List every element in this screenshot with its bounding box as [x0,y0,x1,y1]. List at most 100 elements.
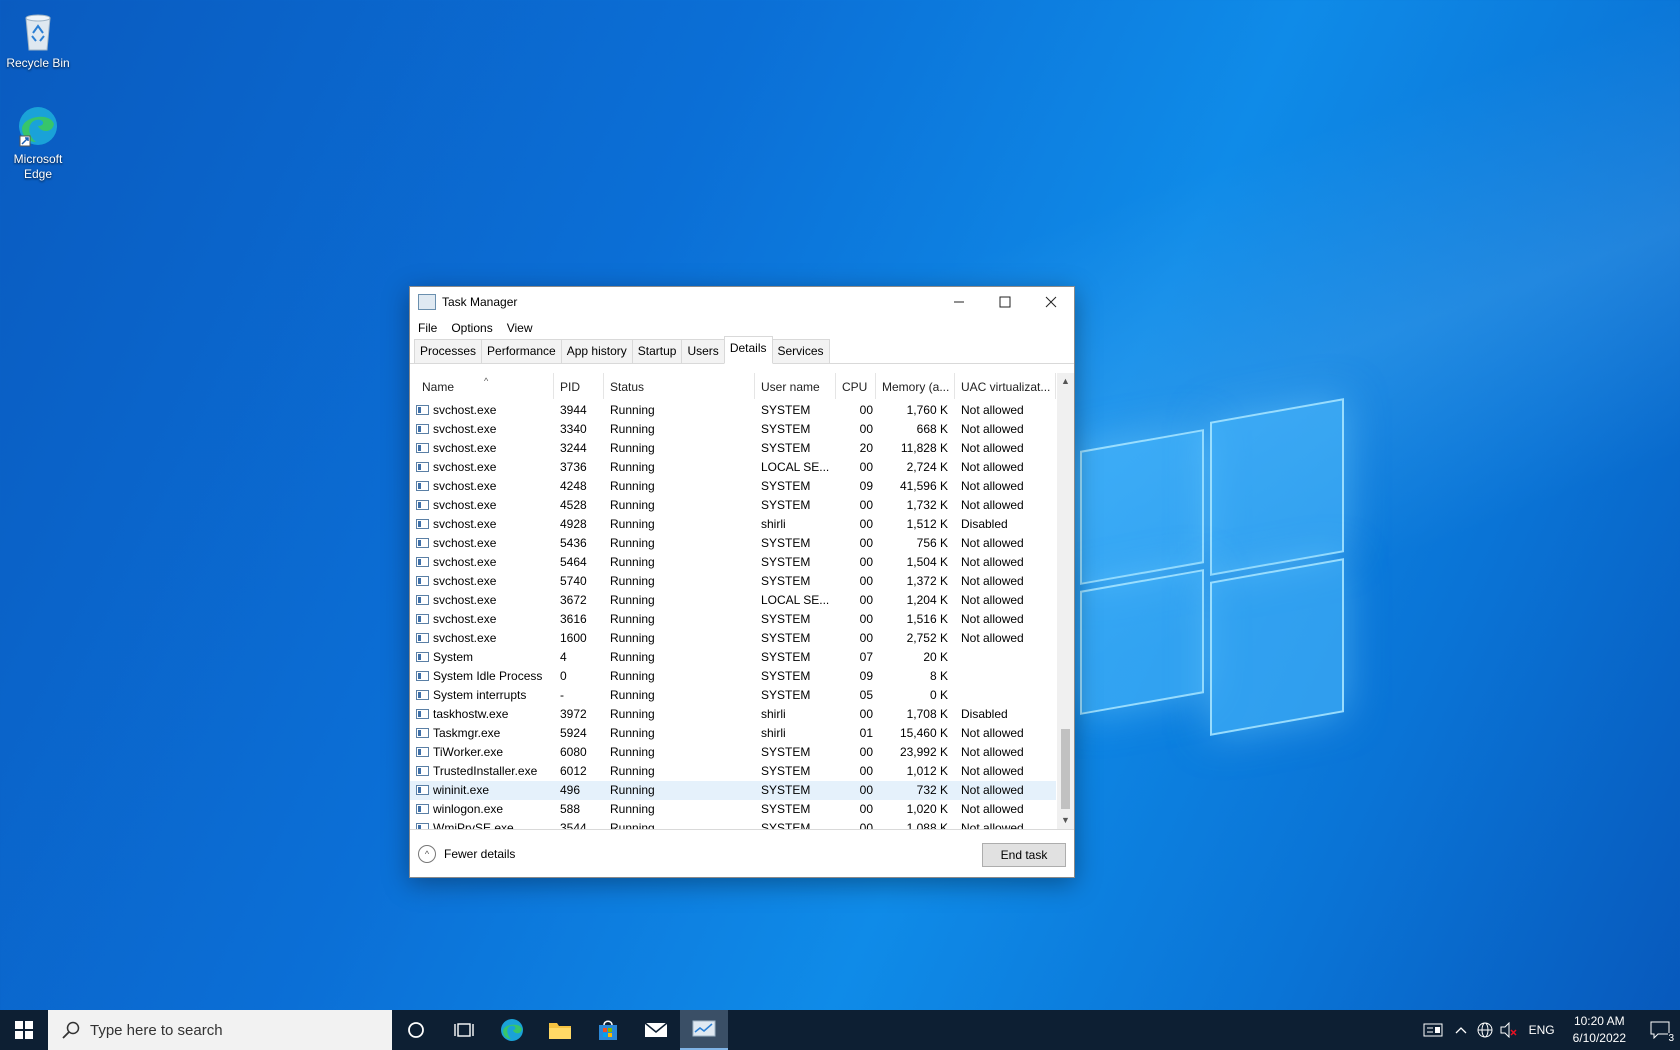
process-name: svchost.exe [433,498,497,512]
column-header-name[interactable]: ^ Name [416,373,554,399]
cortana-icon [408,1022,424,1038]
table-row[interactable]: svchost.exe 5464 Running SYSTEM 00 1,504 K Not… [410,553,1056,572]
table-row[interactable]: System 4 Running SYSTEM 07 20 K [410,648,1056,667]
taskbar-task-manager-button[interactable] [680,1010,728,1050]
scroll-up-arrow-icon[interactable]: ▲ [1057,373,1074,390]
mail-button[interactable] [632,1010,680,1050]
table-row[interactable]: System Idle Process 0 Running SYSTEM 09 8 K [410,667,1056,686]
table-row[interactable]: svchost.exe 1600 Running SYSTEM 00 2,752 K Not… [410,629,1056,648]
table-row[interactable]: winlogon.exe 588 Running SYSTEM 00 1,020 K Not… [410,800,1056,819]
column-header-uac[interactable]: UAC virtualizat... [955,373,1056,399]
taskbar-edge-button[interactable] [488,1010,536,1050]
table-row[interactable]: System interrupts - Running SYSTEM 05 0 K [410,686,1056,705]
cell-uac: Not allowed [961,422,1024,436]
process-name: svchost.exe [433,593,497,607]
column-header-pid[interactable]: PID [554,373,604,399]
windows-logo-wallpaper [1060,398,1350,736]
cell-name: svchost.exe [416,572,546,591]
table-row[interactable]: TiWorker.exe 6080 Running SYSTEM 00 23,992 K N… [410,743,1056,762]
minimize-button[interactable] [936,287,982,317]
taskbar: Type here to search ENG 10:20 AM 6/10/20… [0,1010,1680,1050]
column-header-cpu[interactable]: CPU [836,373,876,399]
desktop-icon-edge[interactable]: Microsoft Edge [0,104,76,182]
cell-uac: Not allowed [961,802,1024,816]
table-row[interactable]: taskhostw.exe 3972 Running shirli 00 1,708 K D… [410,705,1056,724]
table-row[interactable]: svchost.exe 4928 Running shirli 00 1,512 K Dis… [410,515,1056,534]
vertical-scrollbar[interactable]: ▲ ▼ [1057,373,1074,829]
cell-status: Running [610,441,655,455]
table-header: ^ Name PID Status User name CPU Memory (… [410,373,1056,399]
table-row[interactable]: svchost.exe 3736 Running LOCAL SE... 00 2,724… [410,458,1056,477]
maximize-button[interactable] [982,287,1028,317]
table-body: svchost.exe 3944 Running SYSTEM 00 1,760 K Not… [410,401,1056,829]
cell-pid: 496 [560,783,581,797]
volume-button[interactable] [1497,1010,1521,1050]
menu-view[interactable]: View [507,321,533,335]
table-row[interactable]: svchost.exe 3616 Running SYSTEM 00 1,516 K Not… [410,610,1056,629]
task-manager-icon [418,294,436,310]
table-row[interactable]: svchost.exe 5740 Running SYSTEM 00 1,372 K Not… [410,572,1056,591]
process-icon [416,690,429,700]
close-button[interactable] [1028,287,1074,317]
process-name: svchost.exe [433,631,497,645]
details-table: ^ Name PID Status User name CPU Memory (… [410,373,1074,830]
cell-uac: Not allowed [961,460,1024,474]
table-row[interactable]: svchost.exe 5436 Running SYSTEM 00 756 K Not a… [410,534,1056,553]
column-header-memory[interactable]: Memory (a... [876,373,955,399]
column-label: Name [422,380,455,394]
file-explorer-button[interactable] [536,1010,584,1050]
action-center-button[interactable]: 3 [1640,1010,1680,1050]
cell-name: TrustedInstaller.exe [416,762,546,781]
table-row[interactable]: svchost.exe 3340 Running SYSTEM 00 668 K Not a… [410,420,1056,439]
cell-memory: 0 K [929,688,948,702]
cell-user-name: LOCAL SE... [761,593,830,607]
volume-muted-icon [1500,1022,1517,1038]
task-view-button[interactable] [440,1010,488,1050]
cell-cpu: 00 [859,498,873,512]
table-row[interactable]: wininit.exe 496 Running SYSTEM 00 732 K Not al… [410,781,1056,800]
fewer-details-button[interactable]: ^ Fewer details [418,845,515,863]
table-row[interactable]: TrustedInstaller.exe 6012 Running SYSTEM 00 1… [410,762,1056,781]
table-row[interactable]: svchost.exe 4528 Running SYSTEM 00 1,732 K Not… [410,496,1056,515]
taskbar-search-box[interactable]: Type here to search [48,1010,392,1050]
desktop-icon-recycle-bin[interactable]: Recycle Bin [0,8,76,71]
table-row[interactable]: svchost.exe 3244 Running SYSTEM 20 11,828 K No… [410,439,1056,458]
process-name: System interrupts [433,688,527,702]
start-button[interactable] [0,1010,48,1050]
cell-status: Running [610,745,655,759]
store-button[interactable] [584,1010,632,1050]
news-button[interactable] [1417,1010,1449,1050]
tab-details[interactable]: Details [723,336,773,364]
column-header-status[interactable]: Status [604,373,755,399]
process-name: svchost.exe [433,555,497,569]
menu-file[interactable]: File [418,321,437,335]
tab-app-history[interactable]: App history [560,339,633,363]
tab-performance[interactable]: Performance [481,339,562,363]
cell-uac [961,648,1056,667]
tab-services[interactable]: Services [771,339,830,363]
tab-startup[interactable]: Startup [631,339,683,363]
tab-users[interactable]: Users [681,339,725,363]
show-hidden-icons-button[interactable] [1449,1010,1473,1050]
process-icon [416,538,429,548]
cell-status: Running [610,783,655,797]
table-row[interactable]: svchost.exe 3672 Running LOCAL SE... 00 1,204… [410,591,1056,610]
table-row[interactable]: Taskmgr.exe 5924 Running shirli 01 15,460 K No… [410,724,1056,743]
cell-user-name: shirli [761,707,786,721]
network-button[interactable] [1473,1010,1497,1050]
cortana-button[interactable] [392,1010,440,1050]
tab-processes[interactable]: Processes [414,339,483,363]
scroll-thumb[interactable] [1061,729,1070,809]
scroll-down-arrow-icon[interactable]: ▼ [1057,812,1074,829]
clock[interactable]: 10:20 AM 6/10/2022 [1573,1013,1626,1047]
title-bar[interactable]: Task Manager [410,287,1074,317]
cell-pid: 3244 [560,441,587,455]
cell-uac: Not allowed [961,612,1024,626]
end-task-button[interactable]: End task [982,843,1066,867]
language-indicator[interactable]: ENG [1529,1023,1555,1037]
cell-status: Running [610,669,655,683]
table-row[interactable]: svchost.exe 4248 Running SYSTEM 09 41,596 K No… [410,477,1056,496]
menu-options[interactable]: Options [451,321,492,335]
column-header-user-name[interactable]: User name [755,373,836,399]
table-row[interactable]: svchost.exe 3944 Running SYSTEM 00 1,760 K Not… [410,401,1056,420]
